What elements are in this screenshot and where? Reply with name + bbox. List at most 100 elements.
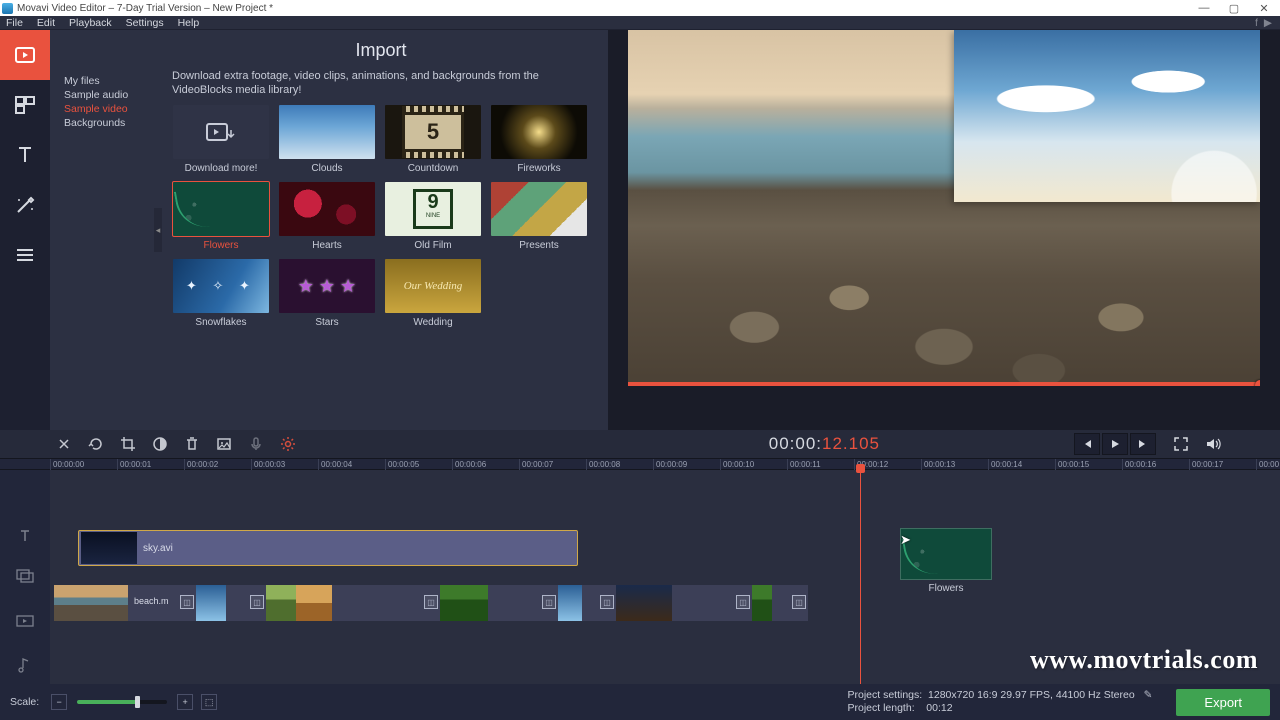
mode-transitions[interactable] bbox=[0, 180, 50, 230]
video-clip[interactable]: ◫ bbox=[772, 585, 808, 621]
transition-icon[interactable]: ◫ bbox=[600, 595, 614, 609]
overlay-track-header[interactable] bbox=[0, 556, 50, 596]
media-item-fireworks[interactable]: Fireworks bbox=[490, 105, 588, 174]
video-clip[interactable] bbox=[296, 585, 332, 621]
preview-progress[interactable] bbox=[628, 382, 1260, 386]
mode-filters[interactable] bbox=[0, 80, 50, 130]
fit-zoom-button[interactable]: ⬚ bbox=[201, 694, 217, 710]
menu-playback[interactable]: Playback bbox=[69, 17, 112, 29]
transition-icon[interactable]: ◫ bbox=[542, 595, 556, 609]
drag-preview-thumb bbox=[900, 528, 992, 580]
video-clip[interactable]: ◫ bbox=[672, 585, 752, 621]
statusbar: Scale: − + ⬚ Project settings: 1280x720 … bbox=[0, 684, 1280, 720]
filters-icon bbox=[13, 93, 37, 117]
media-item-oldfilm[interactable]: 9NINE Old Film bbox=[384, 182, 482, 251]
video-clip[interactable]: ◫ bbox=[582, 585, 616, 621]
delete-button[interactable] bbox=[182, 434, 202, 454]
video-clip[interactable]: ◫ bbox=[226, 585, 266, 621]
export-button[interactable]: Export bbox=[1176, 689, 1270, 716]
transition-icon[interactable]: ◫ bbox=[424, 595, 438, 609]
zoom-slider[interactable] bbox=[77, 700, 167, 704]
clip-properties-button[interactable] bbox=[214, 434, 234, 454]
video-clip[interactable] bbox=[54, 585, 128, 621]
overlay-clip[interactable]: sky.avi bbox=[78, 530, 578, 566]
video-clip[interactable]: ◫ bbox=[332, 585, 440, 621]
transition-icon[interactable]: ◫ bbox=[180, 595, 194, 609]
preview-overlay-pip bbox=[954, 30, 1260, 202]
video-track-header[interactable] bbox=[0, 596, 50, 645]
zoom-out-button[interactable]: − bbox=[51, 694, 67, 710]
media-item-download[interactable]: Download more! bbox=[172, 105, 270, 174]
video-clip[interactable]: ◫ bbox=[488, 585, 558, 621]
minimize-button[interactable]: — bbox=[1190, 1, 1218, 15]
music-icon bbox=[18, 657, 32, 673]
video-clip[interactable] bbox=[558, 585, 582, 621]
facebook-icon[interactable]: f bbox=[1255, 17, 1258, 29]
prev-frame-button[interactable] bbox=[1074, 433, 1100, 455]
volume-button[interactable] bbox=[1200, 433, 1226, 455]
menubar: File Edit Playback Settings Help f ▶ bbox=[0, 16, 1280, 30]
play-button[interactable] bbox=[1102, 433, 1128, 455]
media-item-countdown[interactable]: 5 Countdown bbox=[384, 105, 482, 174]
media-item-stars[interactable]: Stars bbox=[278, 259, 376, 328]
media-item-snowflakes[interactable]: Snowflakes bbox=[172, 259, 270, 328]
mic-icon bbox=[248, 436, 264, 452]
transition-icon[interactable]: ◫ bbox=[736, 595, 750, 609]
video-clip[interactable] bbox=[266, 585, 296, 621]
titles-track-header[interactable] bbox=[0, 516, 50, 556]
scale-label: Scale: bbox=[10, 696, 39, 708]
cut-button[interactable] bbox=[54, 434, 74, 454]
media-item-clouds[interactable]: Clouds bbox=[278, 105, 376, 174]
mode-more[interactable] bbox=[0, 230, 50, 280]
timeline-ruler[interactable]: 00:00:00 00:00:01 00:00:02 00:00:03 00:0… bbox=[0, 458, 1280, 470]
menu-file[interactable]: File bbox=[6, 17, 23, 29]
maximize-button[interactable]: ▢ bbox=[1220, 1, 1248, 15]
youtube-icon[interactable]: ▶ bbox=[1264, 17, 1272, 29]
zoom-in-button[interactable]: + bbox=[177, 694, 193, 710]
media-item-presents[interactable]: Presents bbox=[490, 182, 588, 251]
next-frame-button[interactable] bbox=[1130, 433, 1156, 455]
project-length-label: Project length: bbox=[847, 702, 914, 714]
category-backgrounds[interactable]: Backgrounds bbox=[62, 116, 162, 130]
video-clip[interactable] bbox=[196, 585, 226, 621]
media-grid: Download more! Clouds 5 Countdown Firewo… bbox=[172, 105, 590, 328]
timeline-tracks[interactable]: sky.avi beach.m ◫ ◫ ◫ ◫ ◫ ◫ ◫ Flo bbox=[50, 470, 1280, 685]
transition-icon[interactable]: ◫ bbox=[250, 595, 264, 609]
color-button[interactable] bbox=[150, 434, 170, 454]
window-controls: — ▢ ✕ bbox=[1190, 1, 1278, 15]
audio-track-header[interactable] bbox=[0, 645, 50, 685]
category-sample-video[interactable]: Sample video bbox=[62, 102, 162, 116]
media-item-flowers[interactable]: Flowers bbox=[172, 182, 270, 251]
preview-viewport[interactable] bbox=[628, 30, 1260, 386]
collapse-library-handle[interactable]: ◂ bbox=[154, 208, 162, 252]
mode-titles[interactable] bbox=[0, 130, 50, 180]
play-icon bbox=[1109, 438, 1121, 450]
video-clip[interactable] bbox=[752, 585, 772, 621]
edit-settings-button[interactable]: ✎ bbox=[1144, 689, 1153, 701]
scissors-icon bbox=[56, 436, 72, 452]
panel-description: Download extra footage, video clips, ani… bbox=[172, 69, 590, 97]
category-my-files[interactable]: My files bbox=[62, 74, 162, 88]
video-clip[interactable] bbox=[440, 585, 488, 621]
contrast-icon bbox=[152, 436, 168, 452]
menu-help[interactable]: Help bbox=[178, 17, 200, 29]
category-sample-audio[interactable]: Sample audio bbox=[62, 88, 162, 102]
crop-button[interactable] bbox=[118, 434, 138, 454]
close-button[interactable]: ✕ bbox=[1250, 1, 1278, 15]
zoom-slider-knob[interactable] bbox=[135, 696, 140, 708]
menu-settings[interactable]: Settings bbox=[126, 17, 164, 29]
menu-edit[interactable]: Edit bbox=[37, 17, 55, 29]
fullscreen-button[interactable] bbox=[1168, 433, 1194, 455]
import-icon bbox=[13, 43, 37, 67]
transition-icon[interactable]: ◫ bbox=[792, 595, 806, 609]
rotate-button[interactable] bbox=[86, 434, 106, 454]
media-item-wedding[interactable]: Our Wedding Wedding bbox=[384, 259, 482, 328]
video-clip[interactable]: beach.m ◫ bbox=[128, 585, 196, 621]
media-item-hearts[interactable]: Hearts bbox=[278, 182, 376, 251]
record-audio-button[interactable] bbox=[246, 434, 266, 454]
video-clip[interactable] bbox=[616, 585, 672, 621]
settings-button[interactable] bbox=[278, 434, 298, 454]
playhead[interactable] bbox=[860, 470, 861, 685]
preview-progress-knob[interactable] bbox=[1255, 380, 1260, 386]
mode-import[interactable] bbox=[0, 30, 50, 80]
